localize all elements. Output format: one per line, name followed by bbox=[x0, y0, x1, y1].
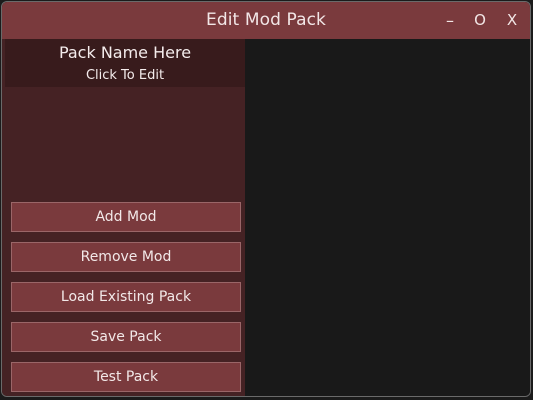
close-icon[interactable]: X bbox=[501, 2, 523, 39]
sidebar: Pack Name Here Click To Edit Add Mod Rem… bbox=[2, 39, 245, 396]
pack-name-hint: Click To Edit bbox=[85, 68, 165, 83]
edit-mod-pack-window: Edit Mod Pack – O X Pack Name Here Click… bbox=[1, 1, 531, 397]
save-pack-button[interactable]: Save Pack bbox=[11, 322, 241, 352]
title-bar[interactable]: Edit Mod Pack – O X bbox=[2, 2, 530, 39]
load-existing-pack-button[interactable]: Load Existing Pack bbox=[11, 282, 241, 312]
pack-name[interactable]: Pack Name Here bbox=[5, 42, 245, 64]
test-pack-button[interactable]: Test Pack bbox=[11, 362, 241, 392]
remove-mod-button[interactable]: Remove Mod bbox=[11, 242, 241, 272]
pack-name-editor[interactable]: Pack Name Here Click To Edit bbox=[5, 39, 245, 87]
mod-list-panel[interactable] bbox=[245, 39, 530, 396]
add-mod-button[interactable]: Add Mod bbox=[11, 202, 241, 232]
minimize-icon[interactable]: – bbox=[439, 2, 461, 39]
maximize-icon[interactable]: O bbox=[469, 2, 491, 39]
